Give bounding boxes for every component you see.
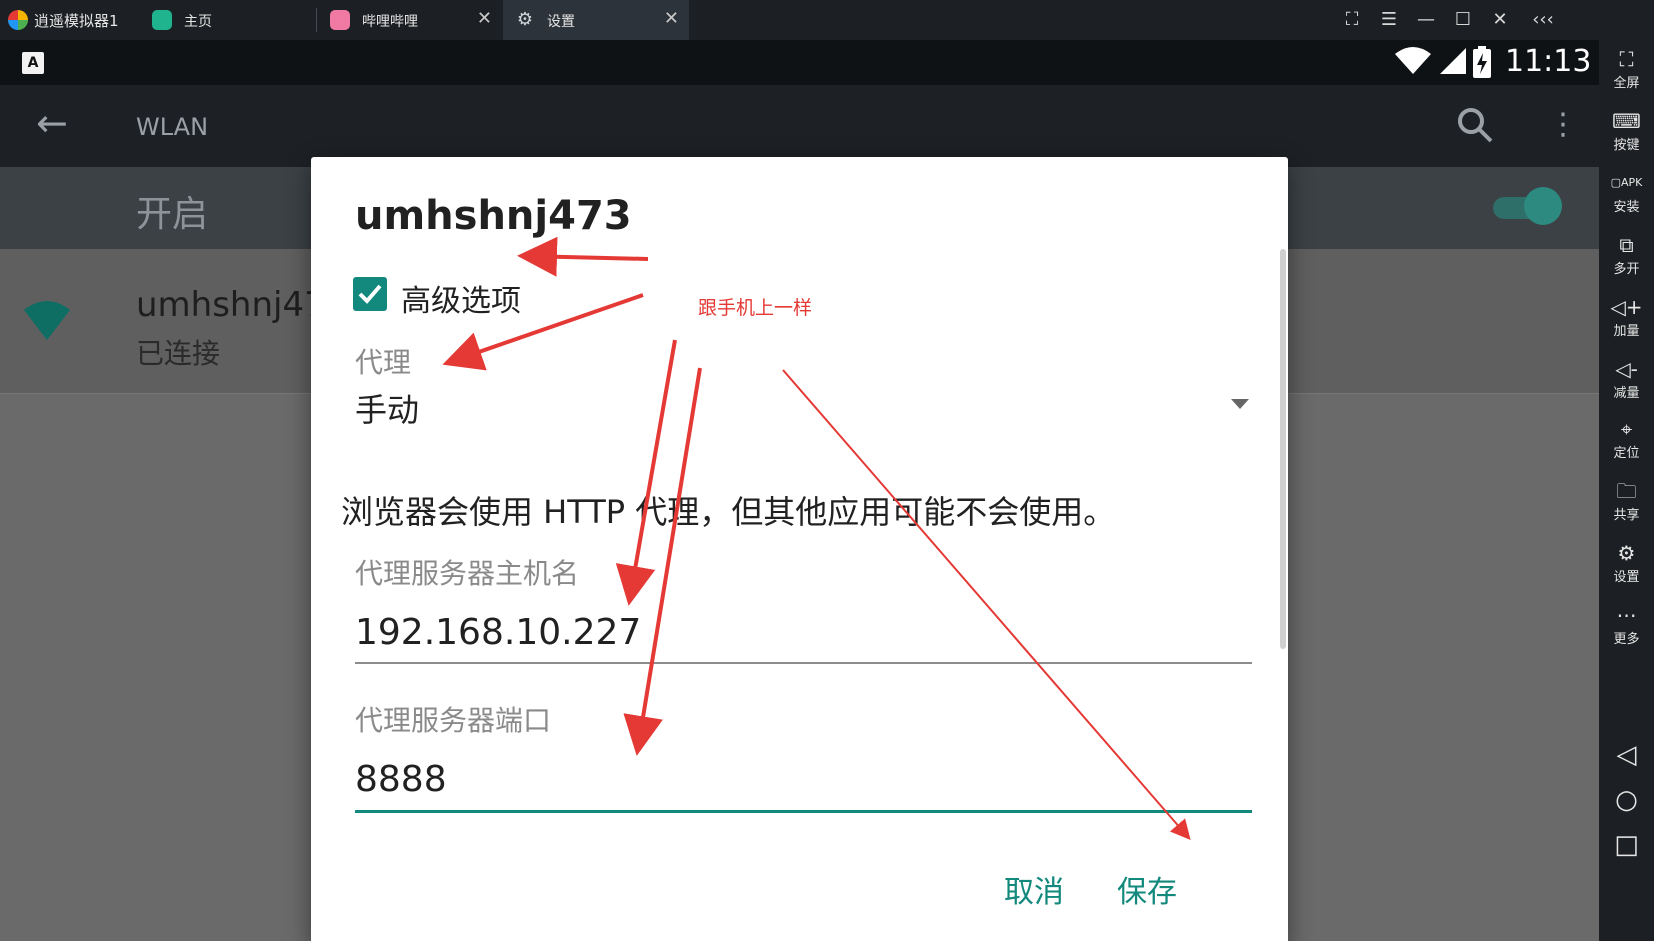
annotation-text: 跟手机上一样	[698, 297, 813, 319]
emulator-logo-icon	[8, 10, 28, 30]
screenshot-icon[interactable]: ⛶	[1337, 6, 1367, 34]
multi-instance-icon: ⧉	[1619, 233, 1634, 257]
bilibili-app-icon	[330, 10, 350, 30]
wlan-toggle-thumb[interactable]	[1524, 187, 1562, 225]
sidebar-item-keyboard[interactable]: ⌨ 按键	[1599, 108, 1654, 153]
sidebar-item-share[interactable]: 🗀 共享	[1599, 478, 1654, 523]
maximize-icon[interactable]: ☐	[1448, 6, 1478, 34]
network-name: umhshnj47	[136, 285, 326, 325]
folder-icon: 🗀	[1616, 479, 1637, 503]
wifi-signal-icon	[24, 301, 70, 340]
sidebar-item-settings[interactable]: ⚙ 设置	[1599, 540, 1654, 585]
page-title: WLAN	[136, 113, 209, 141]
tab-home[interactable]: 主页	[140, 0, 316, 40]
settings-gear-icon: ⚙	[516, 9, 534, 30]
proxy-select[interactable]: 手动	[355, 385, 419, 431]
menu-icon[interactable]: ☰	[1374, 6, 1404, 34]
advanced-options-checkbox[interactable]	[353, 277, 387, 311]
keyboard-indicator-icon: A	[22, 52, 44, 74]
save-button[interactable]: 保存	[1117, 867, 1177, 911]
sidebar-item-label: 按键	[1613, 138, 1640, 153]
tab-separator	[316, 8, 317, 32]
advanced-options-label[interactable]: 高级选项	[401, 276, 521, 320]
wifi-status-icon	[1395, 47, 1431, 74]
close-window-icon[interactable]: ✕	[1485, 6, 1515, 34]
close-tab-icon[interactable]: ✕	[664, 8, 679, 29]
cancel-button[interactable]: 取消	[1004, 867, 1064, 911]
sidebar-item-location[interactable]: ⌖ 定位	[1599, 416, 1654, 461]
fullscreen-icon: ⛶	[1619, 47, 1634, 71]
tab-settings[interactable]: ⚙ 设置 ✕	[503, 0, 689, 40]
network-status: 已连接	[136, 337, 221, 370]
close-tab-icon[interactable]: ✕	[477, 8, 492, 29]
nav-home-icon[interactable]: ○	[1599, 785, 1654, 815]
sidebar-item-volume-up[interactable]: ◁+ 加量	[1599, 294, 1654, 339]
port-input[interactable]: 8888	[355, 759, 447, 800]
overflow-menu-icon[interactable]: ⋮	[1548, 105, 1578, 145]
clock: 11:13	[1505, 44, 1592, 79]
tab-label: 设置	[547, 14, 575, 30]
collapse-sidebar-icon[interactable]: ‹‹‹	[1528, 6, 1558, 34]
sidebar-item-label: 全屏	[1613, 76, 1640, 91]
sidebar-item-label: 设置	[1613, 570, 1640, 585]
minimize-icon[interactable]: —	[1411, 6, 1441, 34]
volume-down-icon: ◁-	[1615, 357, 1638, 381]
nav-back-icon[interactable]: ◁	[1599, 740, 1654, 770]
nav-recents-icon[interactable]: □	[1599, 830, 1654, 860]
sidebar-item-label: 减量	[1613, 386, 1640, 401]
android-statusbar: A 11:13	[0, 40, 1599, 85]
sidebar-item-volume-down[interactable]: ◁- 减量	[1599, 356, 1654, 401]
host-label: 代理服务器主机名	[355, 557, 580, 590]
signal-icon	[1440, 48, 1466, 74]
more-icon: ⋯	[1616, 603, 1637, 627]
sidebar-item-label: 加量	[1613, 324, 1640, 339]
wlan-toolbar: ← WLAN ⋮	[0, 85, 1599, 167]
keyboard-icon: ⌨	[1612, 109, 1641, 133]
app-title: 逍遥模拟器1	[34, 12, 119, 30]
sidebar-item-label: 定位	[1613, 446, 1640, 461]
tab-bilibili[interactable]: 哔哩哔哩 ✕	[318, 0, 502, 40]
dialog-title: umhshnj473	[355, 193, 632, 239]
network-config-dialog: umhshnj473 高级选项 代理 手动 浏览器会使用 HTTP 代理，但其他…	[311, 157, 1288, 941]
location-icon: ⌖	[1620, 417, 1633, 441]
sidebar-item-fullscreen[interactable]: ⛶ 全屏	[1599, 46, 1654, 91]
sidebar-item-label: 共享	[1613, 508, 1640, 523]
dropdown-arrow-icon[interactable]	[1231, 399, 1249, 409]
sidebar-item-more[interactable]: ⋯ 更多	[1599, 602, 1654, 647]
port-input-underline	[355, 810, 1252, 813]
proxy-notice: 浏览器会使用 HTTP 代理，但其他应用可能不会使用。	[341, 493, 1116, 531]
host-input[interactable]: 192.168.10.227	[355, 612, 641, 653]
volume-up-icon: ◁+	[1610, 295, 1643, 319]
host-input-underline	[355, 662, 1252, 664]
emulator-titlebar: 逍遥模拟器1 主页 哔哩哔哩 ✕ ⚙ 设置 ✕ ⛶ ☰ — ☐ ✕ ‹‹‹	[0, 0, 1654, 40]
tab-label: 主页	[184, 14, 212, 30]
emulator-sidebar: ⛶ 全屏 ⌨ 按键 ▢APK 安装 ⧉ 多开 ◁+ 加量 ◁- 减量 ⌖ 定位 …	[1599, 40, 1654, 941]
apk-install-icon: ▢APK	[1610, 176, 1643, 189]
sidebar-item-install[interactable]: ▢APK 安装	[1599, 170, 1654, 215]
sidebar-item-label: 安装	[1613, 200, 1640, 215]
dialog-scrollbar[interactable]	[1280, 249, 1286, 649]
switch-label: 开启	[136, 194, 209, 235]
android-screen: A 11:13 ← WLAN ⋮ 开启 umhshnj47 已连接 umhshn…	[0, 40, 1599, 941]
sidebar-item-label: 多开	[1613, 262, 1640, 277]
checkmark-icon	[358, 284, 382, 304]
home-app-icon	[152, 10, 172, 30]
gear-icon: ⚙	[1617, 541, 1636, 565]
back-arrow-icon[interactable]: ←	[36, 103, 68, 143]
port-label: 代理服务器端口	[355, 704, 552, 737]
search-icon[interactable]	[1455, 105, 1495, 145]
sidebar-item-multi[interactable]: ⧉ 多开	[1599, 232, 1654, 277]
tab-label: 哔哩哔哩	[362, 14, 418, 30]
proxy-label: 代理	[355, 346, 412, 379]
battery-charging-icon	[1473, 46, 1491, 78]
sidebar-item-label: 更多	[1613, 632, 1640, 647]
